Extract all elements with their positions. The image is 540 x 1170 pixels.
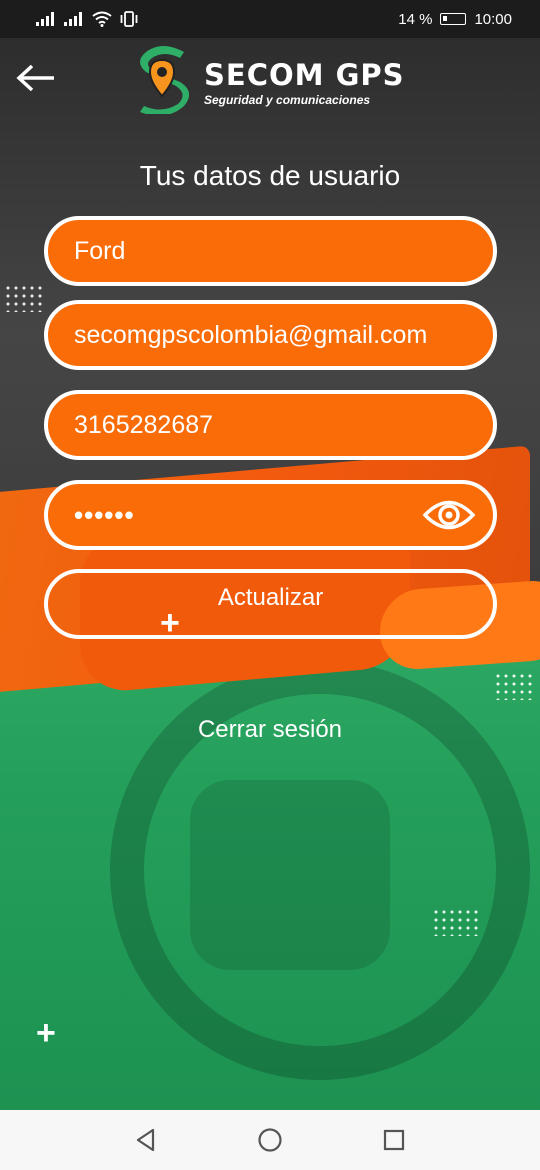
update-button-label: Actualizar [217, 584, 324, 611]
nav-recents-button[interactable] [376, 1122, 412, 1158]
battery-icon [440, 13, 467, 25]
page-title: Tus datos de usuario [139, 160, 401, 191]
password-field-value: •••••• [74, 499, 135, 530]
nav-home-button[interactable] [252, 1122, 288, 1158]
nav-back-button[interactable] [128, 1122, 164, 1158]
square-recents-icon [383, 1129, 405, 1151]
steering-wheel-hub-shape [190, 780, 390, 970]
phone-field[interactable]: 3165282687 [44, 390, 497, 460]
update-button[interactable]: Actualizar [44, 569, 497, 639]
eye-icon[interactable] [423, 498, 475, 532]
wifi-icon [92, 11, 112, 27]
password-field[interactable]: •••••• [44, 480, 497, 550]
status-bar: 14 % 10:00 [0, 0, 540, 38]
clock: 10:00 [474, 10, 512, 28]
brand-logo: SECOM GPS Seguridad y comunicaciones [132, 42, 422, 116]
brand-subtitle: Seguridad y comunicaciones [204, 93, 371, 107]
back-button[interactable] [14, 58, 58, 98]
arrow-left-icon [16, 64, 54, 92]
vibrate-icon [120, 11, 138, 27]
logo-mark-icon [140, 46, 190, 114]
signal-icon [64, 12, 82, 26]
brand-title: SECOM GPS [204, 58, 405, 92]
phone-field-value: 3165282687 [74, 410, 214, 439]
circle-home-icon [258, 1128, 282, 1152]
signal-icon [36, 12, 54, 26]
name-field-value: Ford [74, 236, 126, 265]
name-field[interactable]: Ford [44, 216, 497, 286]
decorative-dots [4, 284, 44, 312]
status-icons-right: 14 % 10:00 [398, 11, 512, 28]
status-icons-left [36, 11, 138, 27]
battery-percent: 14 % [398, 10, 433, 28]
decorative-dots [432, 908, 480, 936]
email-field[interactable]: secomgpscolombia@gmail.com [44, 300, 497, 370]
email-field-value: secomgpscolombia@gmail.com [74, 320, 428, 349]
triangle-back-icon [136, 1128, 155, 1152]
decorative-dots [494, 672, 534, 700]
logout-link[interactable]: Cerrar sesión [0, 716, 540, 744]
decorative-plus-icon: + [36, 1014, 56, 1052]
system-nav-bar [0, 1110, 540, 1170]
